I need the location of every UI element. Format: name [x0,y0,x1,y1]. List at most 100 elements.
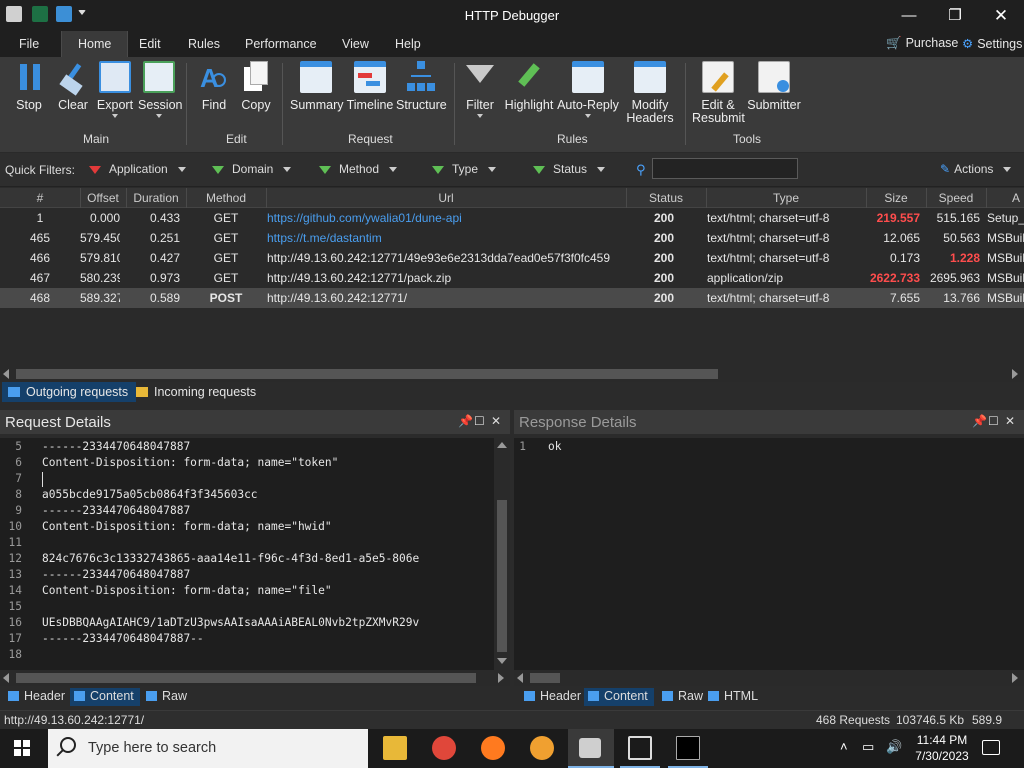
table-row-selected[interactable]: 468 589.327 0.589 POST http://49.13.60.2… [0,288,1024,308]
menu-edit[interactable]: Edit [139,37,161,51]
filter-status[interactable]: Status [533,162,606,176]
col-type[interactable]: Type [706,191,866,205]
close-pane-icon[interactable]: ✕ [491,414,501,428]
chrome-icon[interactable] [432,736,456,760]
scroll-left-icon[interactable] [517,673,523,683]
copy-button[interactable]: Copy [240,61,272,112]
tab-request-header[interactable]: Header [4,688,71,706]
stop-button[interactable]: Stop [14,61,44,112]
filter-button[interactable]: Filter [464,61,496,118]
pin-icon[interactable]: 📌 [458,414,473,428]
filter-method[interactable]: Method [319,162,398,176]
auto-reply-button[interactable]: Auto-Reply [557,61,619,118]
funnel-icon [212,165,224,174]
grid-horizontal-scrollbar[interactable] [0,366,1024,382]
table-row[interactable]: 466 579.810 0.427 GET http://49.13.60.24… [0,248,1024,268]
col-method[interactable]: Method [186,191,266,205]
tab-request-raw[interactable]: Raw [142,688,193,706]
col-application[interactable]: A [1012,191,1024,205]
col-url[interactable]: Url [266,191,626,205]
chevron-up-icon[interactable]: ˄ [840,739,848,754]
maximize-pane-icon[interactable]: ☐ [988,414,999,428]
scroll-right-icon[interactable] [1012,369,1018,379]
minimize-button[interactable]: — [886,0,932,31]
find-icon: A [198,61,230,93]
task-view-icon[interactable] [628,736,652,760]
structure-button[interactable]: Structure [396,61,447,112]
quick-filter-search-input[interactable] [652,158,798,179]
edit-resubmit-button[interactable]: Edit & Resubmit [692,61,745,125]
menu-performance[interactable]: Performance [245,37,317,51]
tab-request-content[interactable]: Content [70,688,140,706]
find-button[interactable]: A Find [198,61,230,112]
filter-domain[interactable]: Domain [212,162,292,176]
timeline-button[interactable]: Timeline [346,61,394,112]
menu-file[interactable]: File [19,37,39,51]
taskbar-search-box[interactable]: Type here to search [48,729,368,768]
file-explorer-icon[interactable] [383,736,407,760]
menu-help[interactable]: Help [395,37,421,51]
menu-home[interactable]: Home [61,31,129,58]
response-content-editor[interactable]: 1 ok [514,438,1024,686]
clear-button[interactable]: Clear [56,61,90,112]
scrollbar-thumb[interactable] [16,369,718,379]
firefox-icon[interactable] [481,736,505,760]
clock-date: 7/30/2023 [915,749,969,763]
request-horizontal-scrollbar[interactable] [0,670,510,686]
request-vertical-scrollbar[interactable] [494,438,510,670]
tab-response-header[interactable]: Header [520,688,587,706]
filter-application[interactable]: Application [89,162,186,176]
submitter-button[interactable]: Submitter [746,61,802,112]
terminal-icon[interactable] [676,736,700,760]
col-divider[interactable] [986,188,987,208]
tab-response-raw[interactable]: Raw [658,688,709,706]
modify-headers-button[interactable]: Modify Headers [622,61,678,125]
tab-outgoing-requests[interactable]: Outgoing requests [2,382,137,402]
session-button[interactable]: Session [138,61,182,118]
highlight-button[interactable]: Highlight [502,61,556,112]
ribbon-separator [454,63,455,145]
col-speed[interactable]: Speed [926,191,986,205]
scroll-right-icon[interactable] [498,673,504,683]
volume-icon[interactable]: 🔊 [886,739,902,755]
scroll-down-icon[interactable] [497,658,507,664]
scrollbar-thumb[interactable] [16,673,476,683]
col-size[interactable]: Size [866,191,926,205]
taskbar-clock[interactable]: 11:44 PM 7/30/2023 [912,732,972,764]
tab-incoming-requests[interactable]: Incoming requests [130,382,264,402]
scroll-left-icon[interactable] [3,369,9,379]
summary-button[interactable]: Summary [290,61,343,112]
col-duration[interactable]: Duration [126,191,186,205]
pin-icon[interactable]: 📌 [972,414,987,428]
filter-type[interactable]: Type [432,162,497,176]
restore-button[interactable]: ❐ [932,0,978,31]
col-status[interactable]: Status [626,191,706,205]
close-pane-icon[interactable]: ✕ [1005,414,1015,428]
scrollbar-thumb[interactable] [497,500,507,652]
export-button[interactable]: Export [96,61,134,118]
menu-rules[interactable]: Rules [188,37,220,51]
maximize-pane-icon[interactable]: ☐ [474,414,485,428]
purchase-link[interactable]: 🛒 Purchase [886,36,958,51]
windows-start-icon[interactable] [14,740,31,757]
tab-response-html[interactable]: HTML [704,688,764,706]
table-row[interactable]: 1 0.000 0.433 GET https://github.com/ywa… [0,208,1024,228]
network-icon[interactable]: ▭ [862,739,874,755]
actions-menu[interactable]: ✎ Actions [940,162,1012,176]
tab-response-content[interactable]: Content [584,688,654,706]
settings-link[interactable]: ⚙ Settings [962,36,1022,51]
response-horizontal-scrollbar[interactable] [514,670,1024,686]
table-row[interactable]: 467 580.239 0.973 GET http://49.13.60.24… [0,268,1024,288]
request-content-editor[interactable]: 5 ------2334470648047887 6 Content-Disposi… [0,438,510,686]
scrollbar-thumb[interactable] [530,673,560,683]
scroll-up-icon[interactable] [497,442,507,448]
close-button[interactable]: ✕ [978,0,1024,31]
shield-browser-icon[interactable] [530,736,554,760]
scroll-left-icon[interactable] [3,673,9,683]
menu-view[interactable]: View [342,37,369,51]
notification-icon[interactable] [982,740,1000,755]
col-offset[interactable]: Offset [80,191,126,205]
scroll-right-icon[interactable] [1012,673,1018,683]
col-num[interactable]: # [0,191,80,205]
table-row[interactable]: 465 579.450 0.251 GET https://t.me/dasta… [0,228,1024,248]
